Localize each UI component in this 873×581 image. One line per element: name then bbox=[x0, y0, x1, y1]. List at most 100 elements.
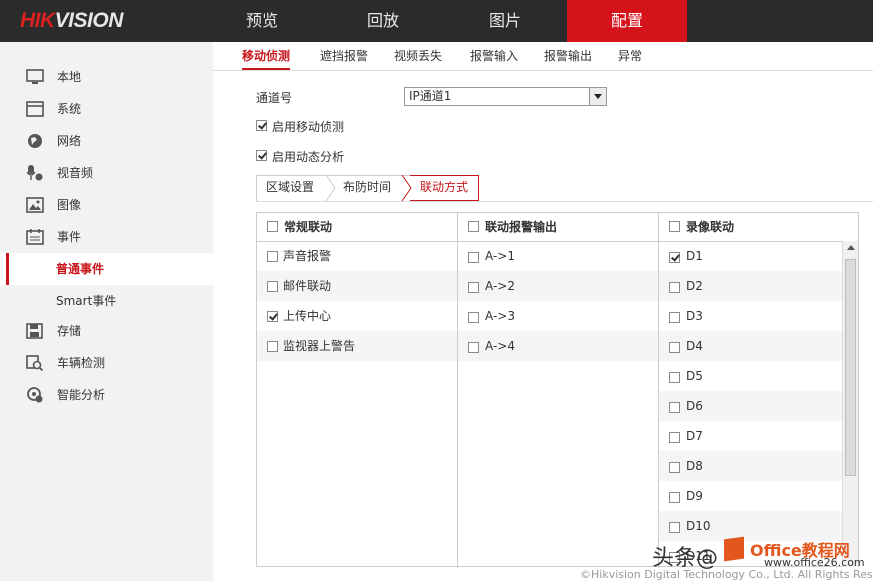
table-row: D5 bbox=[659, 361, 858, 391]
linkage-table: 常规联动 声音报警 邮件联动 上传中心 监视器上警告 联动报警输出 A->1 A… bbox=[256, 212, 859, 568]
channel-select-value: IP通道1 bbox=[409, 89, 452, 103]
microphone-icon bbox=[26, 165, 43, 181]
sidebar-item-audio-video[interactable]: 视音频 bbox=[0, 157, 213, 189]
sidebar-item-smart-analysis[interactable]: 智能分析 bbox=[0, 379, 213, 411]
alarm-output-checkbox[interactable] bbox=[468, 282, 479, 293]
column-header-label: 常规联动 bbox=[284, 220, 333, 234]
vehicle-search-icon bbox=[26, 355, 44, 371]
record-list-scrollbar[interactable] bbox=[842, 241, 858, 567]
alarm-output-checkbox[interactable] bbox=[468, 252, 479, 263]
row-label: 邮件联动 bbox=[283, 279, 332, 293]
nav-playback[interactable]: 回放 bbox=[323, 0, 443, 42]
record-linkage-column: 录像联动 D1 D2 D3 D4 D5 D6 D7 D8 D9 D10 D11 bbox=[659, 213, 858, 568]
record-channel-checkbox[interactable] bbox=[669, 372, 680, 383]
record-channel-checkbox[interactable] bbox=[669, 492, 680, 503]
sidebar-item-label: 视音频 bbox=[57, 166, 94, 180]
alarm-output-select-all-checkbox[interactable] bbox=[468, 221, 479, 232]
channel-select[interactable]: IP通道1 bbox=[404, 87, 607, 106]
table-row: D7 bbox=[659, 421, 858, 451]
monitor-warning-checkbox[interactable] bbox=[267, 341, 278, 352]
enable-motion-checkbox[interactable] bbox=[256, 120, 267, 131]
record-linkage-select-all-checkbox[interactable] bbox=[669, 221, 680, 232]
table-row: A->4 bbox=[458, 331, 658, 361]
step-arming-schedule[interactable]: 布防时间 bbox=[343, 175, 391, 201]
row-label: D6 bbox=[686, 399, 703, 413]
step-separator-icon bbox=[325, 175, 336, 201]
sidebar-item-label: 本地 bbox=[57, 70, 82, 84]
table-row: A->2 bbox=[458, 271, 658, 301]
tab-alarm-output[interactable]: 报警输出 bbox=[544, 46, 592, 70]
record-channel-checkbox[interactable] bbox=[669, 252, 680, 263]
sidebar-item-local[interactable]: 本地 bbox=[0, 61, 213, 93]
column-header-label: 联动报警输出 bbox=[485, 220, 558, 234]
sidebar-item-vehicle-detection[interactable]: 车辆检测 bbox=[0, 347, 213, 379]
column-header-label: 录像联动 bbox=[686, 220, 735, 234]
tab-video-tampering[interactable]: 遮挡报警 bbox=[320, 46, 368, 70]
sidebar-item-basic-event[interactable]: 普通事件 bbox=[0, 253, 213, 285]
record-channel-checkbox[interactable] bbox=[669, 312, 680, 323]
step-area-settings[interactable]: 区域设置 bbox=[266, 175, 314, 201]
tab-video-loss[interactable]: 视频丢失 bbox=[394, 46, 442, 70]
tab-alarm-input[interactable]: 报警输入 bbox=[470, 46, 518, 70]
globe-icon bbox=[28, 134, 42, 148]
normal-linkage-select-all-checkbox[interactable] bbox=[267, 221, 278, 232]
record-channel-checkbox[interactable] bbox=[669, 342, 680, 353]
audible-warning-checkbox[interactable] bbox=[267, 251, 278, 262]
sidebar-item-event[interactable]: 事件 bbox=[0, 221, 213, 253]
table-header: 录像联动 bbox=[659, 213, 858, 242]
system-window-icon bbox=[26, 101, 44, 117]
tab-motion-detection[interactable]: 移动侦测 bbox=[242, 46, 291, 70]
nav-configuration[interactable]: 配置 bbox=[567, 0, 687, 42]
sidebar-item-image[interactable]: 图像 bbox=[0, 189, 213, 221]
record-channel-checkbox[interactable] bbox=[669, 462, 680, 473]
alarm-output-checkbox[interactable] bbox=[468, 312, 479, 323]
step-linkage-method[interactable]: 联动方式 bbox=[420, 175, 468, 201]
chevron-down-icon[interactable] bbox=[589, 88, 606, 105]
table-row: D4 bbox=[659, 331, 858, 361]
row-label: A->2 bbox=[485, 279, 515, 293]
table-row: D8 bbox=[659, 451, 858, 481]
analysis-gear-icon bbox=[27, 387, 43, 403]
email-linkage-checkbox[interactable] bbox=[267, 281, 278, 292]
normal-linkage-column: 常规联动 声音报警 邮件联动 上传中心 监视器上警告 bbox=[257, 213, 458, 568]
table-header: 常规联动 bbox=[257, 213, 457, 242]
record-channel-checkbox[interactable] bbox=[669, 432, 680, 443]
notify-center-checkbox[interactable] bbox=[267, 311, 278, 322]
row-label: D7 bbox=[686, 429, 703, 443]
table-row: A->1 bbox=[458, 241, 658, 271]
table-row: D1 bbox=[659, 241, 858, 271]
sidebar-item-label: 事件 bbox=[57, 230, 82, 244]
alarm-output-column: 联动报警输出 A->1 A->2 A->3 A->4 bbox=[458, 213, 659, 568]
sidebar-item-smart-event[interactable]: Smart事件 bbox=[0, 285, 213, 317]
row-label: 上传中心 bbox=[283, 309, 332, 323]
enable-dynamic-checkbox[interactable] bbox=[256, 150, 267, 161]
scrollbar-thumb[interactable] bbox=[845, 259, 856, 476]
table-row: A->3 bbox=[458, 301, 658, 331]
table-row: 监视器上警告 bbox=[257, 331, 457, 361]
event-subtabs: 移动侦测 遮挡报警 视频丢失 报警输入 报警输出 异常 bbox=[213, 42, 873, 71]
record-channel-checkbox[interactable] bbox=[669, 282, 680, 293]
office-logo-icon bbox=[724, 536, 744, 562]
tab-exception[interactable]: 异常 bbox=[618, 46, 642, 70]
copyright-footer: ©Hikvision Digital Technology Co., Ltd. … bbox=[580, 568, 873, 581]
alarm-output-checkbox[interactable] bbox=[468, 342, 479, 353]
sidebar-item-label: Smart事件 bbox=[56, 294, 117, 308]
row-label: D4 bbox=[686, 339, 703, 353]
hikvision-logo: HIKVISION bbox=[20, 9, 123, 32]
sidebar-item-system[interactable]: 系统 bbox=[0, 93, 213, 125]
sidebar-item-network[interactable]: 网络 bbox=[0, 125, 213, 157]
enable-motion-label: 启用移动侦测 bbox=[272, 120, 345, 134]
sidebar-item-storage[interactable]: 存储 bbox=[0, 315, 213, 347]
record-channel-checkbox[interactable] bbox=[669, 522, 680, 533]
record-channel-checkbox[interactable] bbox=[669, 402, 680, 413]
scroll-up-icon[interactable] bbox=[847, 245, 855, 250]
image-icon bbox=[26, 197, 44, 213]
row-label: D1 bbox=[686, 249, 703, 263]
enable-dynamic-label: 启用动态分析 bbox=[272, 150, 345, 164]
nav-preview[interactable]: 预览 bbox=[202, 0, 322, 42]
row-label: A->4 bbox=[485, 339, 515, 353]
row-label: A->1 bbox=[485, 249, 515, 263]
table-header: 联动报警输出 bbox=[458, 213, 658, 242]
nav-picture[interactable]: 图片 bbox=[445, 0, 565, 42]
floppy-disk-icon bbox=[26, 323, 43, 339]
